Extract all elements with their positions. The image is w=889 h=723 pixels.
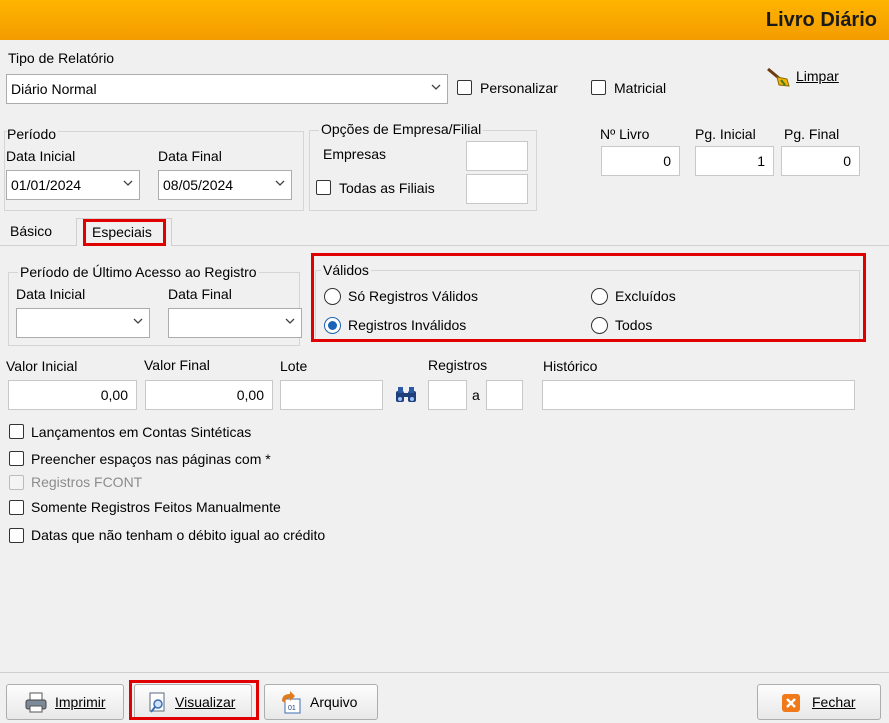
valor-inicial-input[interactable]: 0,00 [8,380,137,410]
lote-label: Lote [280,358,308,374]
empresas-label: Empresas [323,146,387,162]
todas-filiais-checkbox[interactable] [316,180,331,195]
lote-input[interactable] [280,380,383,410]
n-livro-input[interactable]: 0 [601,146,680,176]
todas-filiais-label: Todas as Filiais [339,180,435,196]
ua-data-inicial-picker[interactable] [16,308,150,338]
data-inicial-value: 01/01/2024 [11,177,82,193]
sinteticas-label: Lançamentos em Contas Sintéticas [31,424,252,440]
ua-data-final-label: Data Final [168,286,232,302]
n-livro-label: Nº Livro [600,126,650,142]
todos-radio[interactable] [591,317,608,334]
preencher-checkbox[interactable] [9,451,24,466]
preencher-label: Preencher espaços nas páginas com * [31,451,271,467]
tipo-relatorio-label: Tipo de Relatório [8,50,115,66]
limpar-label: Limpar [796,68,839,84]
tipo-relatorio-select[interactable]: Diário Normal [6,74,448,104]
arquivo-label: Arquivo [310,694,358,710]
close-icon [782,694,800,712]
manual-checkbox[interactable] [9,500,24,515]
valor-final-label: Valor Final [144,357,210,373]
empresas-input[interactable] [466,141,528,171]
personalizar-label: Personalizar [480,80,558,96]
title-bar: Livro Diário [0,0,889,40]
ultimo-acesso-legend: Período de Último Acesso ao Registro [18,264,259,280]
svg-text:01: 01 [288,705,296,712]
chevron-down-icon [133,318,143,324]
registros-a-label: a [472,387,480,403]
data-final-value: 08/05/2024 [163,177,234,193]
chevron-down-icon [431,84,441,90]
pg-inicial-label: Pg. Inicial [695,126,756,142]
fcont-label: Registros FCONT [31,474,143,490]
fcont-checkbox [9,475,24,490]
matricial-checkbox[interactable] [591,80,606,95]
ua-data-inicial-label: Data Inicial [16,286,86,302]
arquivo-button[interactable]: 01 Arquivo [264,684,378,720]
valor-final-input[interactable]: 0,00 [145,380,273,410]
filiais-input[interactable] [466,174,528,204]
tipo-relatorio-value: Diário Normal [11,81,97,97]
export-file-icon: 01 [282,691,301,714]
periodo-legend: Período [7,126,59,142]
pg-final-label: Pg. Final [784,126,840,142]
invalidos-radio[interactable] [324,317,341,334]
highlight-box [129,680,259,720]
excluidos-label: Excluídos [615,288,676,304]
manual-label: Somente Registros Feitos Manualmente [31,499,281,515]
tab-basico[interactable]: Básico [10,223,52,239]
validos-legend: Válidos [321,262,371,278]
so-validos-radio[interactable] [324,288,341,305]
fechar-button[interactable]: Fechar [757,684,881,720]
debito-credito-checkbox[interactable] [9,528,24,543]
invalidos-label: Registros Inválidos [348,317,467,333]
excluidos-radio[interactable] [591,288,608,305]
chevron-down-icon [123,180,133,186]
pg-inicial-input[interactable]: 1 [695,146,774,176]
imprimir-button[interactable]: Imprimir [6,684,124,720]
fechar-label: Fechar [812,694,856,710]
registros-ate-input[interactable] [486,380,523,410]
data-final-picker[interactable]: 08/05/2024 [158,170,292,200]
chevron-down-icon [285,318,295,324]
data-inicial-label: Data Inicial [6,148,76,164]
data-inicial-picker[interactable]: 01/01/2024 [6,170,140,200]
footer-divider [0,672,889,673]
personalizar-checkbox[interactable] [457,80,472,95]
valor-inicial-label: Valor Inicial [6,358,78,374]
matricial-label: Matricial [614,80,667,96]
historico-input[interactable] [542,380,855,410]
debito-credito-label: Datas que não tenham o débito igual ao c… [31,527,326,543]
limpar-button[interactable]: Limpar [765,64,847,92]
imprimir-label: Imprimir [55,694,106,710]
registros-de-input[interactable] [428,380,467,410]
broom-icon [767,67,790,87]
chevron-down-icon [275,180,285,186]
todos-label: Todos [615,317,653,333]
sinteticas-checkbox[interactable] [9,424,24,439]
data-final-label: Data Final [158,148,222,164]
window-title: Livro Diário [765,9,877,31]
pg-final-input[interactable]: 0 [781,146,860,176]
opcoes-legend: Opções de Empresa/Filial [319,121,484,137]
so-validos-label: Só Registros Válidos [348,288,478,304]
binoculars-icon[interactable] [394,386,418,404]
ua-data-final-picker[interactable] [168,308,302,338]
registros-label: Registros [428,357,488,373]
historico-label: Histórico [543,358,598,374]
tab-especiais-label: Especiais [92,224,152,240]
printer-icon [25,692,47,713]
